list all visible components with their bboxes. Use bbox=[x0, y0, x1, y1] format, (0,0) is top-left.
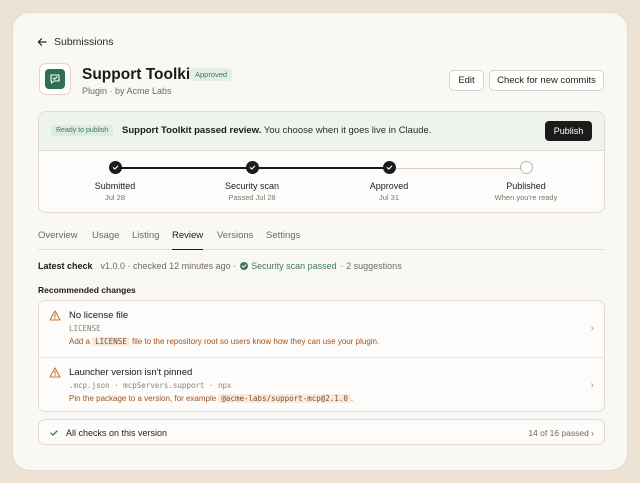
step-date: When you're ready bbox=[494, 193, 558, 202]
ready-badge: Ready to publish bbox=[51, 125, 114, 136]
step-label: Published bbox=[506, 181, 546, 191]
issue-description: Pin the package to a version, for exampl… bbox=[69, 394, 353, 403]
check-commits-button[interactable]: Check for new commits bbox=[489, 70, 604, 91]
issue-path: LICENSE bbox=[69, 324, 101, 333]
edit-button[interactable]: Edit bbox=[449, 70, 484, 91]
review-banner: Ready to publish Support Toolkit passed … bbox=[39, 112, 604, 151]
tab-bar: Overview Usage Listing Review Versions S… bbox=[38, 228, 605, 250]
issue-desc-after: . bbox=[350, 394, 354, 403]
scan-status-label: Security scan passed bbox=[251, 261, 337, 271]
issue-desc-before: Add a bbox=[69, 337, 93, 346]
arrow-left-icon bbox=[37, 38, 47, 46]
issue-code: LICENSE bbox=[92, 337, 130, 346]
chat-check-icon bbox=[50, 74, 60, 84]
list-item[interactable]: No license file LICENSE Add a LICENSE fi… bbox=[39, 301, 604, 357]
check-icon bbox=[249, 165, 256, 170]
tab-overview[interactable]: Overview bbox=[38, 230, 78, 249]
chevron-right-icon: › bbox=[590, 380, 594, 391]
step-security-dot bbox=[246, 161, 259, 174]
review-message: Support Toolkit passed review. You choos… bbox=[122, 125, 431, 136]
all-checks-row[interactable]: All checks on this version 14 of 16 pass… bbox=[38, 419, 605, 445]
latest-check-label: Latest check bbox=[38, 261, 93, 271]
step-date: Passed Jul 28 bbox=[228, 193, 276, 202]
recommended-title: Recommended changes bbox=[38, 285, 136, 295]
checks-count: 14 of 16 passed › bbox=[528, 428, 594, 438]
submission-card: Submissions Support Toolkit Approved Plu… bbox=[12, 12, 628, 471]
issue-title: No license file bbox=[69, 310, 129, 321]
app-icon bbox=[39, 63, 71, 95]
issue-desc-after: file to the repository root so users kno… bbox=[129, 337, 380, 346]
step-submitted-dot bbox=[109, 161, 122, 174]
step-approved-dot bbox=[383, 161, 396, 174]
back-link[interactable]: Submissions bbox=[37, 36, 114, 48]
review-message-rest: You choose when it goes live in Claude. bbox=[261, 125, 432, 136]
review-message-bold: Support Toolkit passed review. bbox=[122, 125, 262, 136]
issue-code: @acme-labs/support-mcp@2.1.0 bbox=[218, 394, 351, 403]
issue-title: Launcher version isn't pinned bbox=[69, 367, 193, 378]
app-subtitle: Plugin · by Acme Labs bbox=[82, 86, 172, 96]
back-link-label: Submissions bbox=[54, 36, 114, 48]
progress-line-pending bbox=[389, 168, 526, 169]
issues-list: No license file LICENSE Add a LICENSE fi… bbox=[38, 300, 605, 412]
review-panel: Ready to publish Support Toolkit passed … bbox=[38, 111, 605, 213]
step-published-dot bbox=[520, 161, 533, 174]
check-icon bbox=[50, 430, 58, 436]
issue-path: .mcp.json · mcpServers.support · npx bbox=[69, 381, 232, 390]
tab-listing[interactable]: Listing bbox=[132, 230, 159, 249]
step-label: Submitted bbox=[94, 181, 136, 191]
list-item[interactable]: Launcher version isn't pinned .mcp.json … bbox=[39, 357, 604, 411]
tab-review[interactable]: Review bbox=[172, 230, 204, 250]
publish-button[interactable]: Publish bbox=[545, 121, 592, 141]
scan-status[interactable]: Security scan passed bbox=[240, 261, 337, 271]
issue-description: Add a LICENSE file to the repository roo… bbox=[69, 337, 379, 346]
all-checks-label: All checks on this version bbox=[66, 428, 168, 438]
suggestions-count: · 2 suggestions bbox=[340, 261, 402, 271]
issue-desc-before: Pin the package to a version, for exampl… bbox=[69, 394, 219, 403]
tab-settings[interactable]: Settings bbox=[266, 230, 300, 249]
tab-versions[interactable]: Versions bbox=[217, 230, 253, 249]
warning-icon bbox=[49, 367, 61, 378]
tab-usage[interactable]: Usage bbox=[92, 230, 119, 249]
status-badge: Approved bbox=[190, 68, 233, 81]
latest-check: Latest check v1.0.0 · checked 12 minutes… bbox=[38, 261, 402, 271]
step-date: Jul 28 bbox=[104, 193, 125, 202]
page-title: Support Toolkit bbox=[82, 66, 196, 83]
latest-check-meta: v1.0.0 · checked 12 minutes ago · bbox=[100, 261, 237, 271]
warning-icon bbox=[49, 310, 61, 321]
check-icon bbox=[386, 165, 393, 170]
check-circle-icon bbox=[240, 262, 249, 270]
step-label: Approved bbox=[369, 181, 409, 191]
step-date: Jul 31 bbox=[378, 193, 399, 202]
chevron-right-icon: › bbox=[590, 323, 594, 334]
step-label: Security scan bbox=[224, 181, 280, 191]
check-icon bbox=[112, 165, 119, 170]
